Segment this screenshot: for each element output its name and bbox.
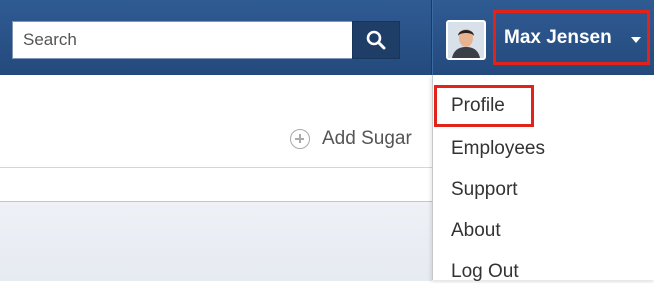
search-button[interactable] [352, 21, 400, 59]
menu-item-support[interactable]: Support [451, 179, 518, 201]
add-icon [290, 129, 310, 149]
user-name: Max Jensen [504, 26, 612, 48]
caret-down-icon [631, 37, 641, 43]
menu-item-about[interactable]: About [451, 220, 501, 242]
user-photo-icon [448, 22, 484, 58]
search-input[interactable] [12, 21, 352, 59]
content-divider [0, 167, 432, 168]
user-menu-button[interactable]: Max Jensen [493, 10, 650, 65]
search-icon [366, 30, 386, 50]
add-sugar-button[interactable]: Add Sugar [290, 128, 412, 150]
header-divider [431, 0, 433, 75]
top-navigation-bar: Max Jensen [0, 0, 654, 75]
menu-item-employees[interactable]: Employees [451, 138, 545, 160]
add-sugar-label: Add Sugar [322, 128, 412, 149]
menu-item-profile[interactable]: Profile [451, 95, 505, 117]
avatar[interactable] [446, 20, 486, 60]
user-dropdown-menu: Profile Employees Support About Log Out [432, 75, 654, 282]
content-band [0, 201, 432, 281]
